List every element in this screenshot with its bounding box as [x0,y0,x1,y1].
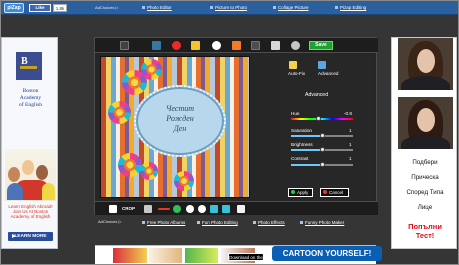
adchoices-label[interactable]: AdChoices ▷ [95,5,119,11]
photo-tools: CROP [95,201,378,215]
ad-line: Прическа [411,174,439,181]
ad-line: Според Типа [406,189,444,196]
hue-value: -0.8 [344,111,352,116]
brightness-label: Brightness [291,142,313,147]
flower-decoration [118,153,142,177]
top-link-pizap-editing[interactable]: Pizap Editing [335,4,378,12]
blank-canvas-icon[interactable] [237,205,245,213]
text-icon[interactable] [212,41,221,50]
edited-photo[interactable]: Честит Рожден Ден [100,56,250,198]
card-text: Честит Рожден Ден [165,104,195,133]
top-link-photo-editor[interactable]: Photo Editor [142,4,187,12]
boston-academy-logo: B [16,52,42,80]
boston-academy-title: Boston Academy of English [18,88,43,108]
zoom-in-icon[interactable] [173,205,181,213]
brightness-value: 1 [349,142,352,147]
top-link-picture-to-photo[interactable]: Picture to Photo [210,4,262,12]
flower-decoration [108,101,131,124]
cartoon-yourself-button[interactable]: CARTOON YOURSELF! [272,246,382,261]
play-icon [12,234,16,238]
bottom-link-photo-effects[interactable]: Photo Effects [253,219,296,227]
close-icon [323,190,327,194]
browser-page: piZap Like 1.8k AdChoices ▷ Photo Editor… [0,0,459,265]
ad-caption: Learn English Abroad! Join Us At Boston … [8,204,53,219]
facebook-like-button[interactable]: Like [29,4,51,12]
advanced-title: Advanced [305,92,329,98]
cartoon-thumbnail [113,248,147,263]
flower-decoration [141,59,162,80]
auto-fix-label[interactable]: Auto-Fix [288,71,305,77]
more-icon[interactable] [291,41,300,50]
photo-icon[interactable] [152,41,161,50]
save-button[interactable]: Save [309,41,333,50]
bottom-link-fun-photo-editing[interactable]: Fun Photo Editing [197,219,246,227]
left-advertisement[interactable]: B Boston Academy of English Learn Englis… [1,37,58,249]
bottom-links-bar: AdChoices ▷ Free Photo Albums Fun Photo … [94,219,377,229]
rotate-right-icon[interactable] [198,205,206,213]
zoom-slider-icon[interactable] [158,208,170,210]
flower-decoration [174,171,194,191]
take-test-link[interactable]: Попълни Тест! [392,222,458,240]
facebook-like-count: 1.8k [53,4,67,12]
right-advertisement[interactable]: Подбери Прическа Според Типа Лице Попълн… [391,37,457,249]
advanced-tab[interactable]: Advanced [318,71,338,77]
portrait-photo [398,97,453,149]
ad-line: Лице [417,204,433,211]
adchoices-label[interactable]: AdChoices ▷ [98,219,122,225]
saturation-value: 1 [349,128,352,133]
bottom-link-funny-photo-maker[interactable]: Funny Photo Maker [300,219,357,227]
auto-fix-icon[interactable] [289,61,297,69]
top-link-collage-picture[interactable]: Collage Picture [273,4,322,12]
advanced-icon[interactable] [318,61,326,69]
saturation-slider[interactable] [291,133,353,138]
cartoon-thumbnail [149,248,182,263]
cartoon-thumbnail [185,248,218,263]
flip-vertical-icon[interactable] [222,205,230,213]
adjustment-panel: Auto-Fix Advanced Advanced Hue -0.8 Satu… [280,56,373,201]
cancel-button[interactable]: Cancel [320,188,349,197]
brightness-slider[interactable] [291,147,353,152]
frame-icon[interactable] [251,41,260,50]
top-bar: piZap Like 1.8k AdChoices ▷ Photo Editor… [1,1,458,15]
saturation-label: Saturation [291,128,312,133]
ad-line: Подбери [412,159,438,166]
students-photo [5,149,56,201]
pizap-logo[interactable]: piZap [4,3,24,13]
effects-icon[interactable] [191,41,200,50]
photo-editor[interactable]: Save Честит Рожден Ден CROP Auto-Fix Adv… [94,37,378,215]
download-badge[interactable]: Download on the [228,253,264,261]
cutout-icon[interactable] [271,41,280,50]
flower-decoration [140,162,158,180]
check-icon [291,190,295,194]
contrast-slider[interactable] [291,162,353,167]
menu-icon[interactable] [120,41,129,50]
hue-label: Hue [291,111,300,116]
sticker-icon[interactable] [172,41,181,50]
portrait-photo [398,38,453,90]
contrast-label: Contrast [291,156,309,161]
paint-icon[interactable] [232,41,241,50]
flip-horizontal-icon[interactable] [210,205,218,213]
crop-icon[interactable] [109,205,117,213]
apply-button[interactable]: Apply [288,188,313,197]
learn-more-button[interactable]: LEARN MORE [8,232,53,241]
bottom-link-free-photo-albums[interactable]: Free Photo Albums [142,219,194,227]
crop-label[interactable]: CROP [122,205,135,213]
editor-toolbar: Save [95,38,378,53]
rotate-left-icon[interactable] [186,205,194,213]
zoom-icon[interactable] [144,205,152,213]
contrast-value: 1 [349,156,352,161]
hue-slider[interactable] [291,116,353,121]
